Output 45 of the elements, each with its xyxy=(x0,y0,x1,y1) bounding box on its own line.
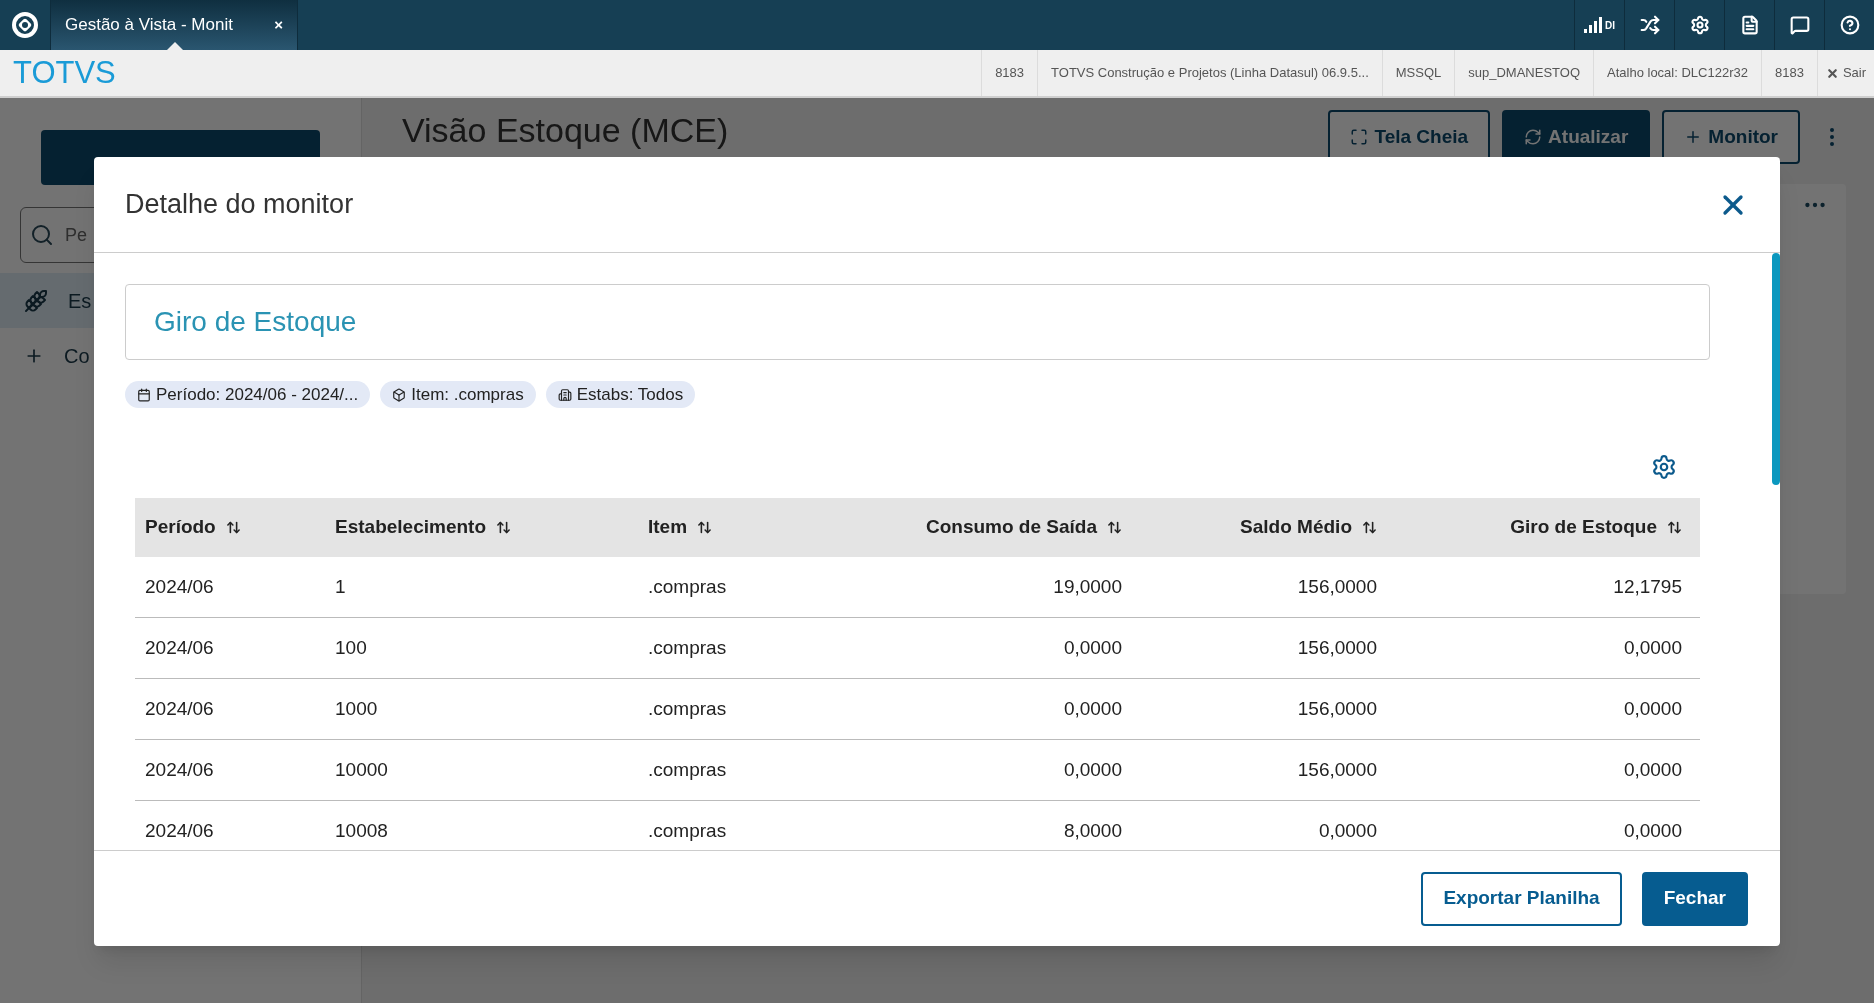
table-cell-text: 0,0000 xyxy=(1063,757,1122,782)
table-cell-text: 0,0000 xyxy=(1063,696,1122,721)
filter-chip: Período: 2024/06 - 2024/... xyxy=(125,381,371,408)
table-cell-text: .compras xyxy=(648,818,727,843)
table-cell-text: 1 xyxy=(335,574,346,599)
table-cell-text: 156,0000 xyxy=(1297,696,1377,721)
table-cell-text: 12,1795 xyxy=(1613,574,1682,599)
session-info: 8183 xyxy=(981,50,1038,96)
brand-logo: TOTVS xyxy=(12,53,117,92)
dialog-title: Detalhe do monitor xyxy=(125,188,354,222)
table-cell-text: .compras xyxy=(648,696,727,721)
tab-title: Gestão à Vista - Monit xyxy=(65,14,233,37)
table-cell-text: 2024/06 xyxy=(145,757,214,782)
table-cell-text: .compras xyxy=(648,635,727,660)
table-cell-text: 2024/06 xyxy=(145,696,214,721)
table-cell-text: .compras xyxy=(648,574,727,599)
table-cell-text: 156,0000 xyxy=(1297,574,1377,599)
session-info: Atalho local: DLC122r32 xyxy=(1593,50,1761,96)
table-cell-text: .compras xyxy=(648,757,727,782)
filter-chip: Item: .compras xyxy=(380,381,536,408)
table-cell-text: 0,0000 xyxy=(1623,757,1682,782)
table-cell-text: 10008 xyxy=(335,818,388,843)
table-cell-text: 0,0000 xyxy=(1318,818,1377,843)
table-cell-text: 0,0000 xyxy=(1063,635,1122,660)
filter-chip: Estabs: Todos xyxy=(545,381,696,408)
table-cell-text: 100 xyxy=(335,635,367,660)
session-info: MSSQL xyxy=(1381,50,1455,96)
table-cell-text: 1000 xyxy=(335,696,378,721)
session-info: TOTVS Construção e Projetos (Linha Datasul) 06.9.5... xyxy=(1037,50,1382,96)
table-cell-text: 10000 xyxy=(335,757,388,782)
table-cell-text: 2024/06 xyxy=(145,635,214,660)
table-cell-text: 156,0000 xyxy=(1297,757,1377,782)
table-cell-text: 0,0000 xyxy=(1623,696,1682,721)
table-cell-text: 2024/06 xyxy=(145,574,214,599)
page-title: Visão Estoque (MCE) xyxy=(402,110,730,150)
session-info: 8183 xyxy=(1760,50,1817,96)
table-cell-text: 19,0000 xyxy=(1053,574,1122,599)
table-cell-text: 0,0000 xyxy=(1623,818,1682,843)
table-cell-text: 0,0000 xyxy=(1623,635,1682,660)
session-info: sup_DMANESTOQ xyxy=(1454,50,1594,96)
table-cell-text: 2024/06 xyxy=(145,818,214,843)
table-cell-text: 156,0000 xyxy=(1297,635,1377,660)
monitor-name: Giro de Estoque xyxy=(154,305,357,339)
signal-label: DI xyxy=(1605,18,1615,33)
table-cell-text: 8,0000 xyxy=(1063,818,1122,843)
